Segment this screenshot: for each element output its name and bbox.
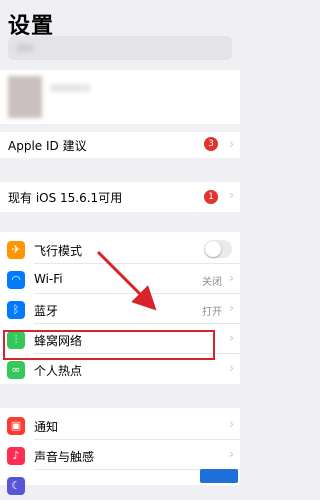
annotation-arrow [96,250,157,311]
watermark-logo [200,469,238,483]
